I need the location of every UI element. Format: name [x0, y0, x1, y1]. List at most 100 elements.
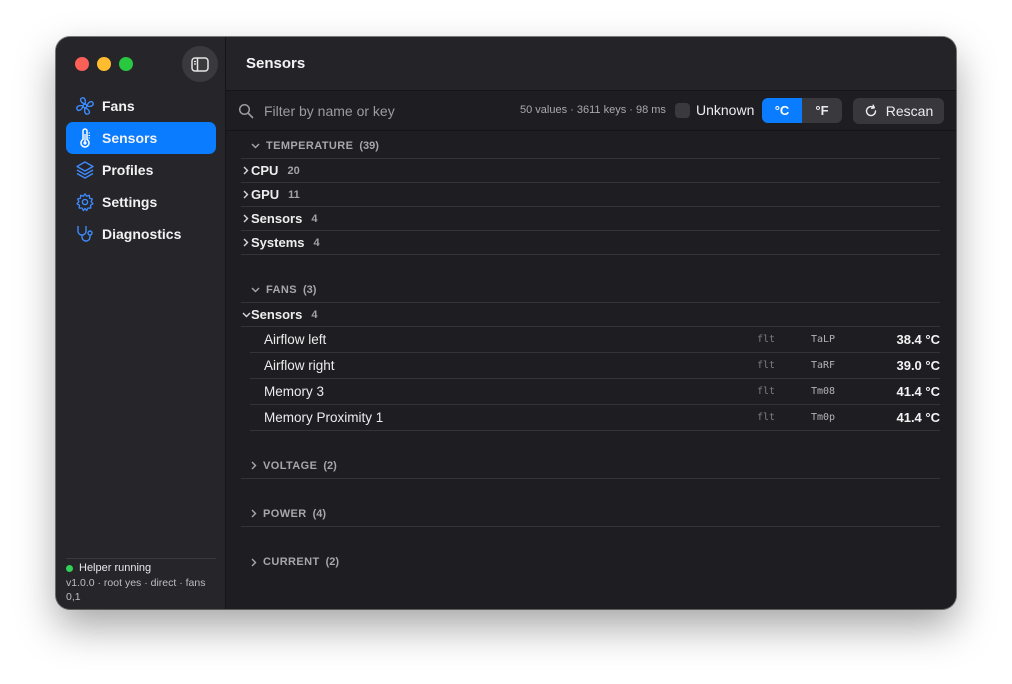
scan-stats: 50 values · 3611 keys · 98 ms	[520, 104, 666, 116]
group-row-cpu[interactable]: CPU 20	[241, 159, 940, 183]
sensor-value: 41.4 °C	[896, 384, 940, 399]
celsius-button[interactable]: °C	[762, 98, 802, 123]
group-row-systems[interactable]: Systems 4	[241, 231, 940, 255]
helper-status: Helper running v1.0.0 · root yes · direc…	[66, 558, 216, 604]
helper-status-label: Helper running	[79, 562, 152, 574]
group-label: Sensors	[251, 211, 303, 226]
sidebar-item-settings[interactable]: Settings	[66, 186, 216, 218]
section-temperature[interactable]: TEMPERATURE (39)	[241, 133, 940, 159]
group-label: GPU	[251, 187, 280, 202]
sidebar-nav: Fans Sensors Profiles Settings Diagnosti…	[66, 90, 216, 250]
group-count: 4	[313, 236, 320, 249]
search-icon	[238, 103, 254, 118]
title-bar: Sensors	[226, 37, 956, 91]
sidebar-icon	[191, 56, 209, 72]
minimize-button[interactable]	[97, 57, 111, 71]
stethoscope-icon	[75, 224, 95, 244]
chevron-right-icon	[251, 558, 257, 567]
sensor-value: 38.4 °C	[896, 332, 940, 347]
section-label: VOLTAGE	[263, 459, 318, 472]
table-row[interactable]: Airflow right flt TaRF 39.0 °C	[250, 353, 940, 379]
sensor-name: Airflow left	[264, 332, 327, 347]
group-label: Sensors	[251, 307, 303, 322]
fan-icon	[75, 96, 95, 116]
sidebar-item-profiles[interactable]: Profiles	[66, 154, 216, 186]
sidebar-item-sensors[interactable]: Sensors	[66, 122, 216, 154]
layers-icon	[75, 160, 95, 180]
group-count: 4	[311, 308, 318, 321]
sidebar-item-label: Fans	[102, 98, 135, 114]
group-label: Systems	[251, 235, 305, 250]
group-row-gpu[interactable]: GPU 11	[241, 183, 940, 207]
sidebar-item-label: Sensors	[102, 130, 158, 146]
unknown-toggle[interactable]: Unknown	[675, 102, 754, 118]
unit-segmented-control: °C °F	[762, 98, 842, 123]
chevron-right-icon	[241, 214, 251, 223]
table-row[interactable]: Airflow left flt TaLP 38.4 °C	[250, 327, 940, 353]
rescan-label: Rescan	[885, 103, 934, 119]
toolbar: 50 values · 3611 keys · 98 ms Unknown °C…	[226, 91, 956, 131]
sidebar: Fans Sensors Profiles Settings Diagnosti…	[56, 37, 226, 609]
sensor-key: TaRF	[811, 360, 836, 371]
close-button[interactable]	[75, 57, 89, 71]
sidebar-item-label: Settings	[102, 194, 158, 210]
section-count: (39)	[359, 139, 379, 152]
sensor-type: flt	[757, 334, 776, 345]
sidebar-item-label: Profiles	[102, 162, 154, 178]
unknown-label: Unknown	[696, 102, 755, 118]
group-label: CPU	[251, 163, 279, 178]
sensor-type: flt	[757, 360, 776, 371]
section-current[interactable]: CURRENT (2)	[241, 549, 940, 575]
sensor-value: 41.4 °C	[896, 410, 940, 425]
section-power[interactable]: POWER (4)	[241, 501, 940, 527]
chevron-down-icon	[251, 287, 260, 293]
sidebar-item-fans[interactable]: Fans	[66, 90, 216, 122]
table-row[interactable]: Memory 3 flt Tm08 41.4 °C	[250, 379, 940, 405]
chevron-right-icon	[241, 166, 251, 175]
chevron-right-icon	[241, 238, 251, 247]
section-label: POWER	[263, 507, 307, 520]
group-count: 11	[288, 188, 300, 201]
section-label: FANS	[266, 283, 297, 296]
unknown-checkbox[interactable]	[675, 102, 690, 118]
sensor-key: Tm08	[811, 386, 836, 397]
helper-status-row: Helper running	[66, 562, 216, 574]
section-label: TEMPERATURE	[266, 139, 354, 152]
app-window: Fans Sensors Profiles Settings Diagnosti…	[56, 37, 956, 609]
sidebar-toggle-button[interactable]	[182, 46, 218, 82]
section-count: (3)	[302, 283, 317, 296]
zoom-button[interactable]	[119, 57, 133, 71]
section-voltage[interactable]: VOLTAGE (2)	[241, 453, 940, 479]
sensor-type: flt	[757, 386, 776, 397]
sidebar-item-diagnostics[interactable]: Diagnostics	[66, 218, 216, 250]
chevron-right-icon	[251, 509, 257, 518]
table-row[interactable]: Memory Proximity 1 flt Tm0p 41.4 °C	[250, 405, 940, 431]
group-count: 4	[311, 212, 318, 225]
sensor-name: Memory Proximity 1	[264, 410, 384, 425]
gear-icon	[75, 192, 95, 212]
refresh-icon	[864, 104, 878, 118]
group-row-fan-sensors[interactable]: Sensors 4	[241, 303, 940, 327]
search-input[interactable]	[264, 102, 494, 119]
sidebar-item-label: Diagnostics	[102, 226, 182, 242]
status-dot-icon	[66, 564, 73, 572]
section-fans[interactable]: FANS (3)	[241, 277, 940, 303]
rescan-button[interactable]: Rescan	[853, 98, 944, 124]
section-count: (4)	[312, 507, 327, 520]
chevron-right-icon	[251, 461, 257, 470]
thermometer-icon	[75, 128, 95, 148]
group-count: 20	[287, 164, 300, 177]
sensor-value: 39.0 °C	[896, 358, 940, 373]
section-count: (2)	[325, 556, 340, 568]
chevron-right-icon	[241, 190, 251, 199]
group-row-sensors[interactable]: Sensors 4	[241, 207, 940, 231]
section-count: (2)	[323, 459, 337, 472]
traffic-lights	[75, 57, 133, 71]
sensor-key: Tm0p	[811, 412, 836, 423]
page-title: Sensors	[246, 55, 306, 72]
fahrenheit-button[interactable]: °F	[802, 98, 842, 123]
